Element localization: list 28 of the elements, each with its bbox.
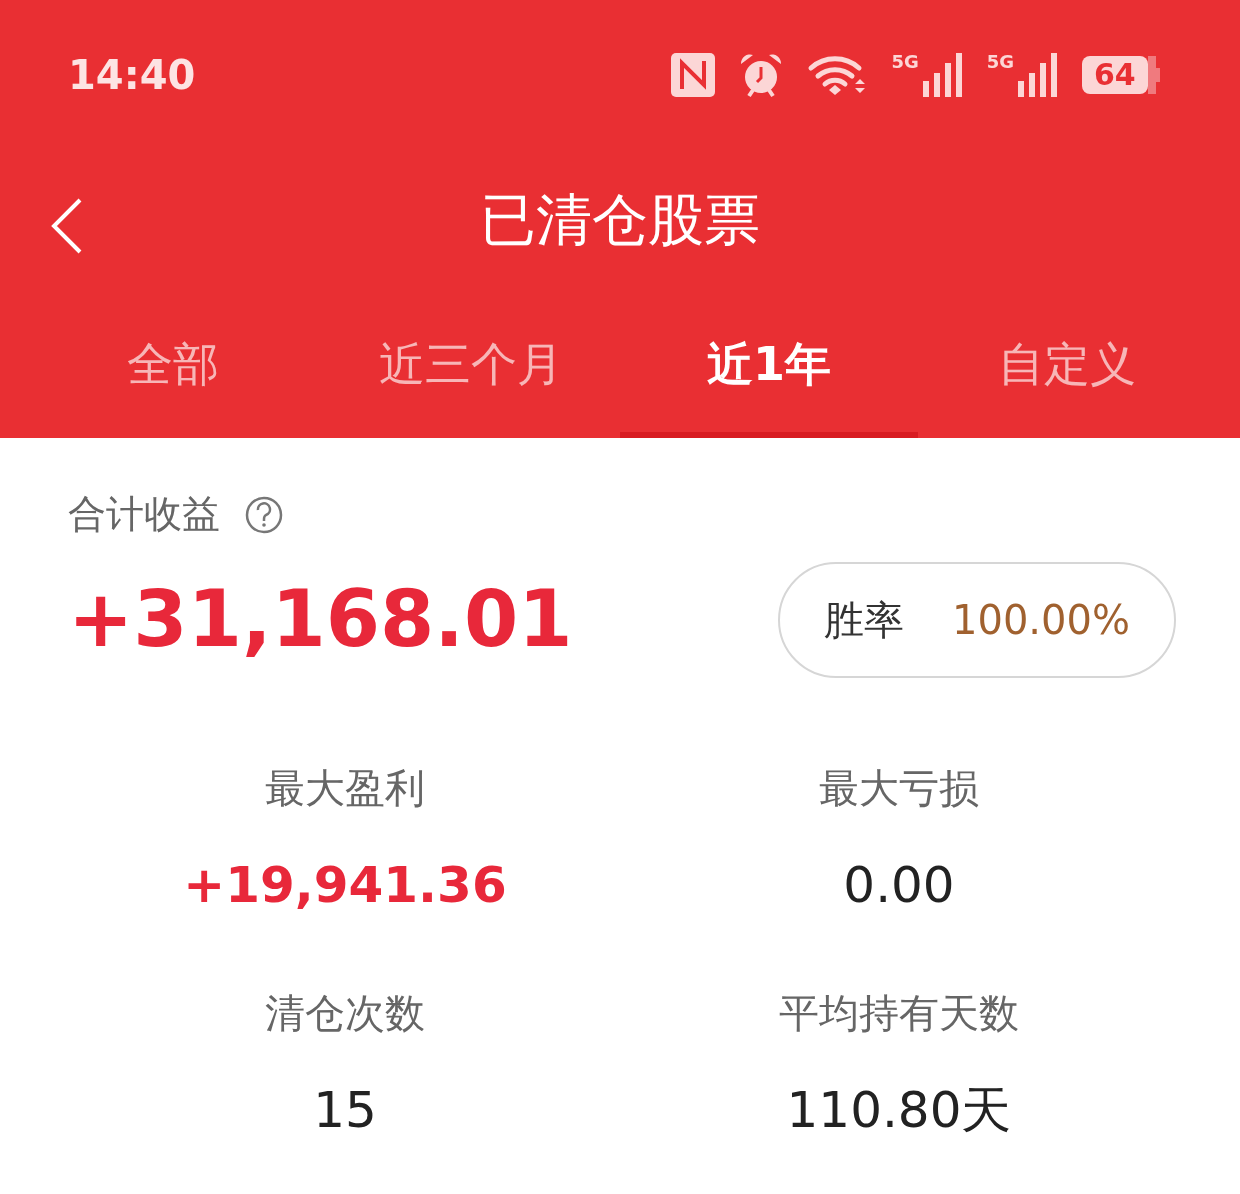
battery-icon — [1148, 56, 1160, 94]
stat-value: 15 — [313, 1080, 377, 1141]
period-tab[interactable]: 近三个月 — [322, 290, 620, 438]
stat-value: 110.80天 — [786, 1080, 1012, 1141]
period-tab[interactable]: 全部 — [24, 290, 322, 438]
signal-icon — [922, 53, 963, 97]
stat-label: 清仓次数 — [265, 989, 425, 1038]
period-tab[interactable]: 近1年 — [620, 290, 918, 438]
stat-value: 0.00 — [843, 855, 955, 916]
page-title: 已清仓股票 — [480, 186, 760, 254]
battery-level-text: 64 — [1082, 56, 1148, 94]
nfc-icon — [671, 53, 716, 97]
stat-label: 平均持有天数 — [779, 989, 1019, 1038]
network-type-label: 5G — [891, 53, 919, 71]
stat-label: 最大亏损 — [819, 764, 979, 813]
signal-icon — [1018, 53, 1058, 97]
wifi-icon — [807, 54, 868, 96]
stat-value: +19,941.36 — [183, 855, 507, 916]
stat-label: 最大盈利 — [265, 764, 425, 813]
help-icon[interactable] — [244, 494, 284, 535]
total-profit: +31,168.01 — [68, 573, 573, 666]
win-rate-value: 100.00% — [952, 595, 1130, 645]
network-type-label: 5G — [986, 53, 1014, 71]
win-rate-label: 胜率 — [824, 595, 904, 645]
alarm-clock-icon — [739, 52, 784, 98]
status-time: 14:40 — [68, 51, 196, 100]
period-tab[interactable]: 自定义 — [918, 290, 1216, 438]
summary-label: 合计收益 — [68, 491, 220, 538]
